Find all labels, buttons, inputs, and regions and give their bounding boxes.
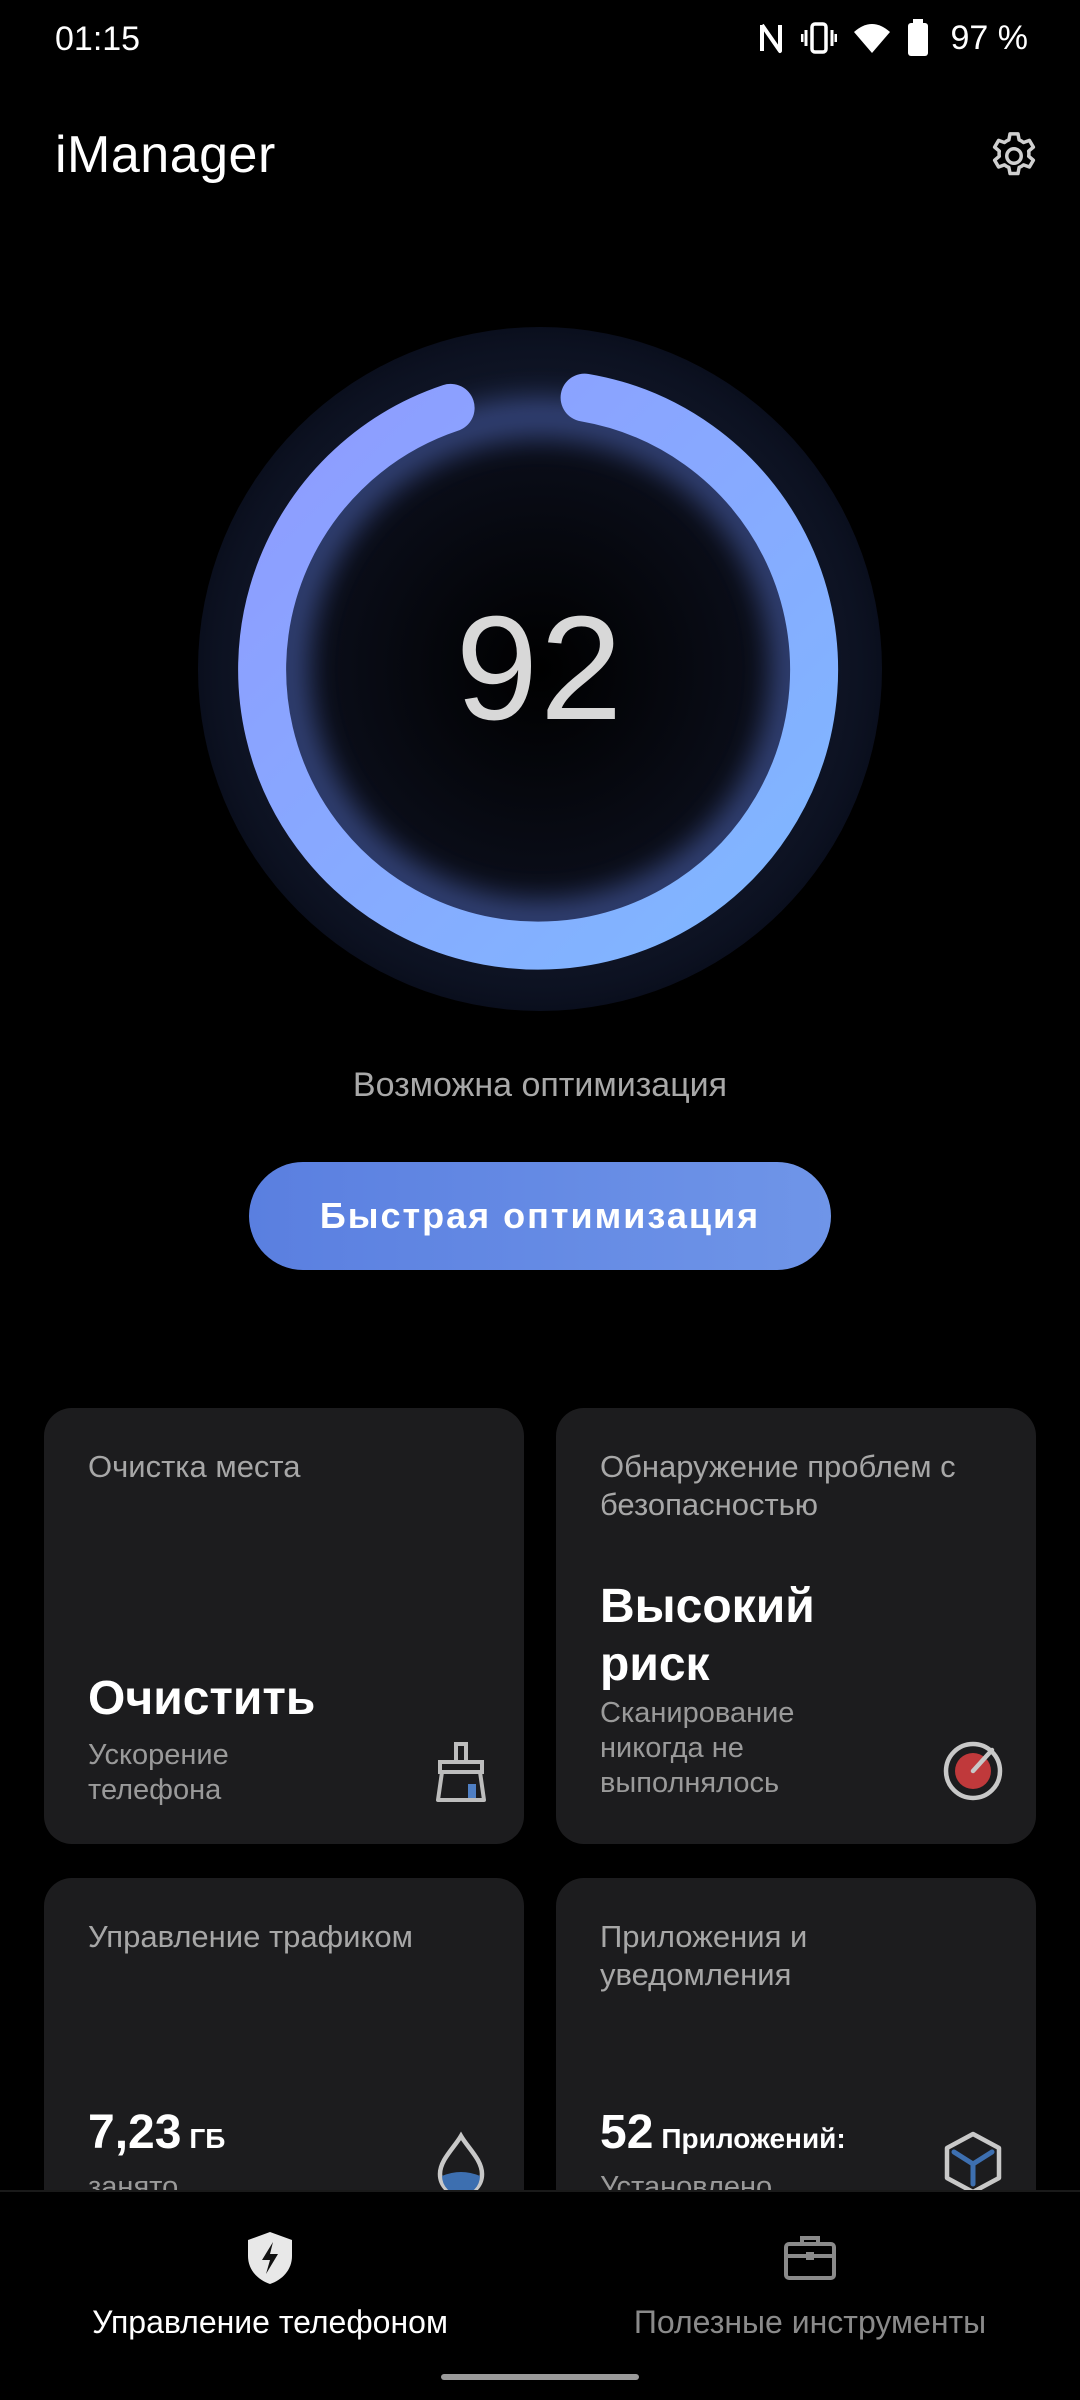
bottom-navigation: Управление телефоном Полезные инструмент… [0,2190,1080,2400]
gear-icon [986,128,1042,189]
status-time: 01:15 [55,20,141,58]
apps-unit: Приложений: [661,2123,846,2154]
shield-bolt-icon [240,2228,300,2288]
security-card[interactable]: Обнаружение проблем с безопасностью Высо… [556,1408,1036,1844]
apps-card-value: 52 Приложений: [600,2104,846,2168]
nfc-icon [757,21,785,55]
water-drop-icon [428,2130,494,2198]
traffic-card-value: 7,23 ГБ [88,2104,225,2168]
apps-value: 52 [600,2106,654,2159]
security-card-main: Высокий риск [600,1580,815,1691]
app-title: iManager [55,126,276,184]
settings-button[interactable] [978,122,1050,194]
traffic-card-title: Управление трафиком [88,1919,413,1954]
cube-icon [940,2130,1006,2196]
status-icons: 97 % [757,16,1029,60]
traffic-value: 7,23 [88,2106,182,2159]
quick-optimization-button[interactable]: Быстрая оптимизация [249,1162,831,1270]
battery-percent: 97 % [950,18,1029,57]
optimization-status: Возможна оптимизация [352,1066,728,1104]
broom-icon [428,1738,494,1804]
score-value: 92 [455,586,625,751]
wifi-icon [853,22,891,54]
security-card-sub: Сканирование никогда не выполнялось [600,1697,795,1799]
nav-phone-management[interactable]: Управление телефоном [40,2192,500,2400]
traffic-unit: ГБ [189,2123,226,2154]
apps-card-title: Приложения и уведомления [600,1919,808,1992]
screen: 01:15 97 % iManager 92 Возможна оптимиза… [0,0,1080,2400]
nav-useful-tools-label: Полезные инструменты [633,2304,987,2340]
nav-useful-tools[interactable]: Полезные инструменты [590,2192,1030,2400]
cleanup-card-sub: Ускорение телефона [88,1739,229,1806]
cleanup-card[interactable]: Очистка места Очистить Ускорение телефон… [44,1408,524,1844]
nav-phone-management-label: Управление телефоном [92,2304,448,2340]
security-card-title: Обнаружение проблем с безопасностью [600,1449,956,1522]
status-bar: 01:15 97 % [0,0,1080,80]
toolbox-icon [780,2228,840,2288]
vibrate-icon [800,21,837,55]
security-scan-icon [940,1738,1006,1804]
home-indicator[interactable] [441,2374,639,2380]
battery-icon [907,19,929,57]
score-ring: 92 [196,325,884,1013]
cleanup-card-title: Очистка места [88,1449,301,1484]
cleanup-card-main: Очистить [88,1672,316,1725]
